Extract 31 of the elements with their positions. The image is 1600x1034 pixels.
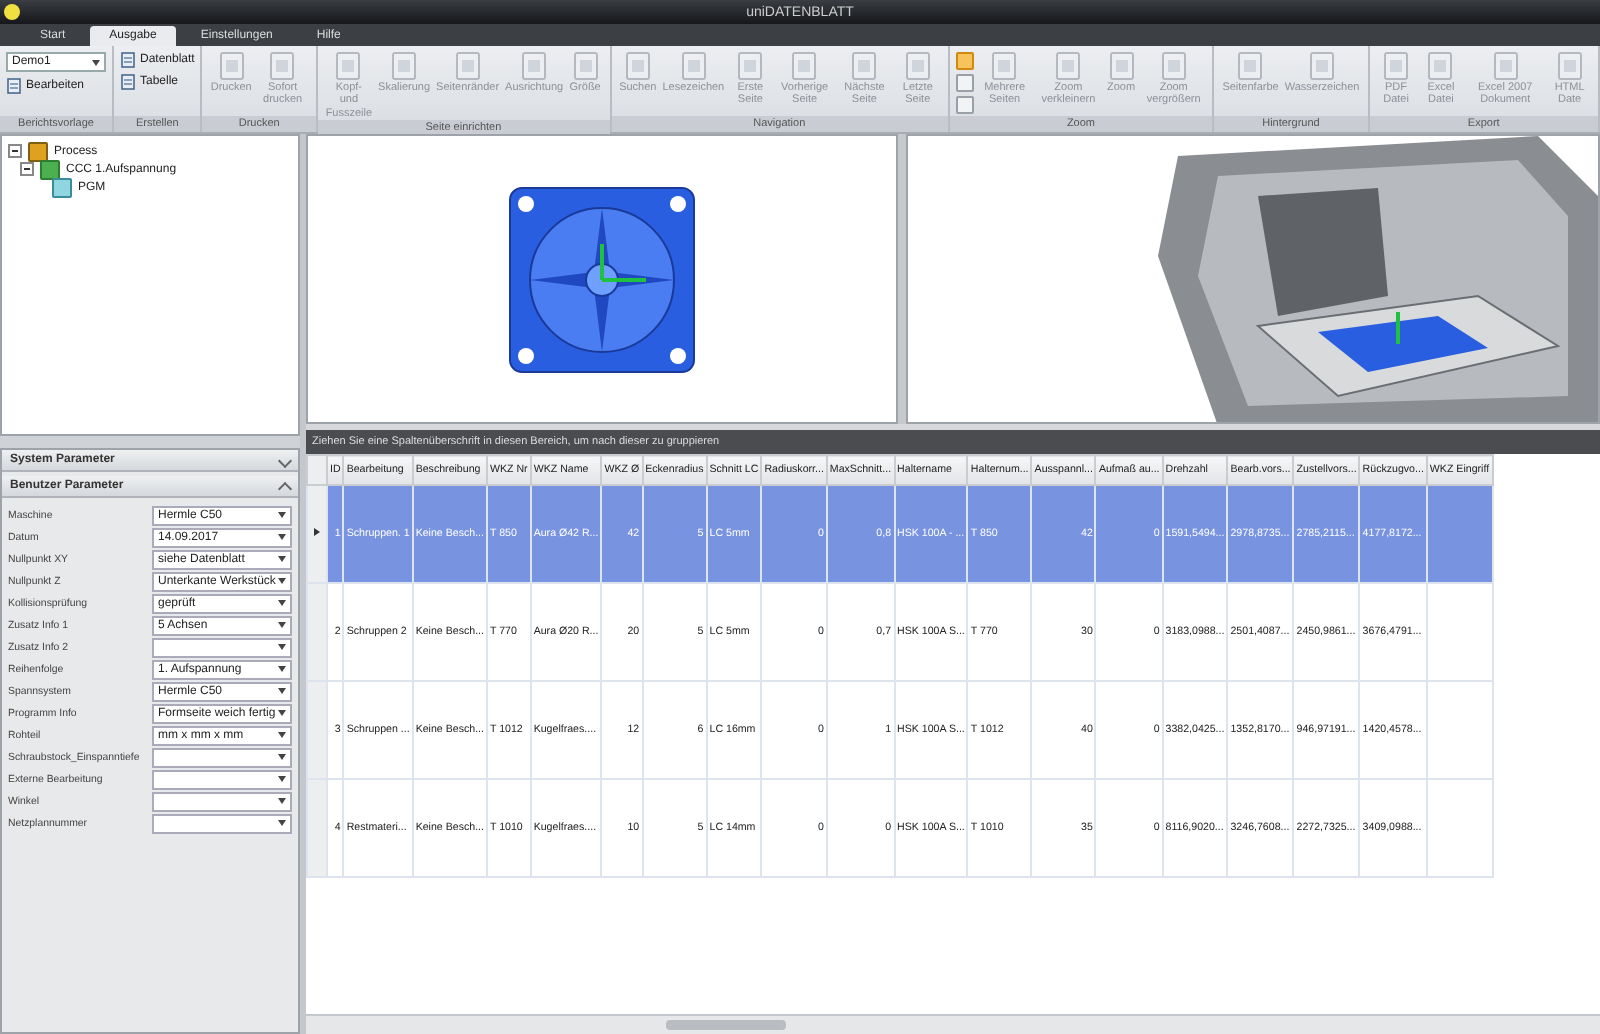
- caret-icon: [278, 578, 286, 584]
- caret-icon: [278, 776, 286, 782]
- parameter-dropdown[interactable]: [152, 637, 292, 657]
- viewport[interactable]: [906, 134, 1600, 424]
- caret-icon: [278, 556, 286, 562]
- caret-icon: [278, 754, 286, 760]
- parameter-dropdown[interactable]: [152, 769, 292, 789]
- document-icon: [120, 74, 136, 90]
- parameter-dropdown[interactable]: [152, 813, 292, 833]
- horizontal-scrollbar[interactable]: [306, 1014, 1600, 1034]
- expander-icon[interactable]: [20, 162, 34, 176]
- caret-icon: [278, 666, 286, 672]
- caret-icon: [278, 710, 286, 716]
- parameter-dropdown[interactable]: [152, 791, 292, 811]
- app-orb-icon[interactable]: [4, 4, 20, 20]
- caret-icon: [278, 512, 286, 518]
- caret-icon: [278, 622, 286, 628]
- caret-icon: [278, 534, 286, 540]
- parameter-dropdown[interactable]: [152, 747, 292, 767]
- caret-icon: [278, 688, 286, 694]
- document-icon: [120, 52, 136, 68]
- document-icon: [6, 78, 22, 94]
- caret-icon: [92, 59, 100, 65]
- viewport[interactable]: [306, 134, 898, 424]
- caret-icon: [278, 600, 286, 606]
- row-indicator-icon: [314, 528, 320, 536]
- caret-icon: [278, 798, 286, 804]
- caret-icon: [278, 820, 286, 826]
- expander-icon[interactable]: [8, 144, 22, 158]
- caret-icon: [278, 732, 286, 738]
- caret-icon: [278, 644, 286, 650]
